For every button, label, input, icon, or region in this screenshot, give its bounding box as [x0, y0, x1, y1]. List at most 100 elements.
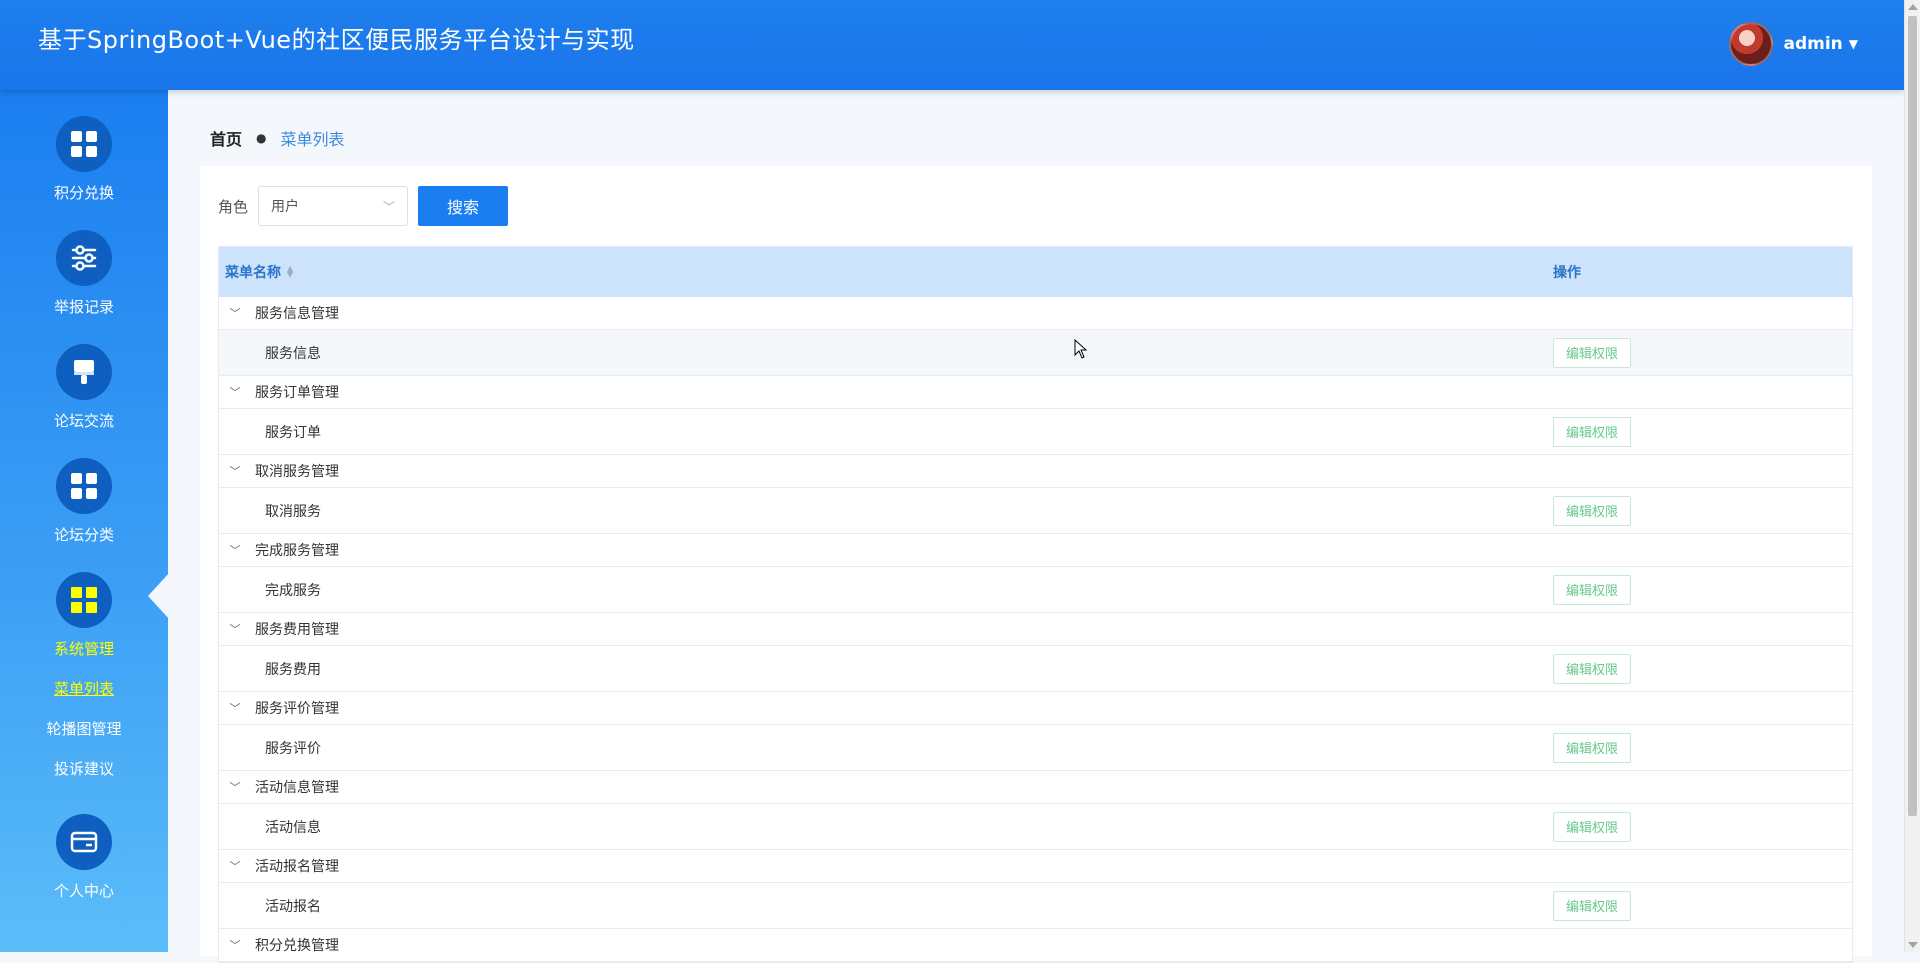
menu-name: 服务费用管理: [255, 622, 339, 638]
table-group-row: ﹀ 服务评价管理: [219, 692, 1852, 725]
sort-icon[interactable]: ▲ ▼: [287, 265, 293, 279]
expand-chevron-icon[interactable]: ﹀: [229, 542, 241, 558]
breadcrumb: 首页 ● 菜单列表: [210, 126, 345, 150]
menu-name-cell: 服务订单: [219, 422, 1553, 442]
menu-name: 服务订单管理: [255, 385, 339, 401]
menu-name: 完成服务管理: [255, 543, 339, 559]
sidebar-subitem-carousel[interactable]: 轮播图管理: [0, 718, 168, 739]
table-group-row: ﹀ 服务信息管理: [219, 297, 1852, 330]
search-bar: 角色 用户 ﹀ 搜索: [218, 186, 509, 226]
page-scrollbar[interactable]: [1904, 0, 1920, 952]
table-group-row: ﹀ 取消服务管理: [219, 455, 1852, 488]
table-group-row: ﹀ 活动信息管理: [219, 771, 1852, 804]
grid-icon: [56, 572, 112, 628]
breadcrumb-current: 菜单列表: [280, 130, 345, 149]
sidebar-subitem-menu-list[interactable]: 菜单列表: [0, 678, 168, 699]
menu-name: 服务评价: [265, 740, 321, 757]
expand-chevron-icon[interactable]: ﹀: [229, 463, 241, 479]
menu-name-cell: 完成服务: [219, 580, 1553, 600]
table-group-row: ﹀ 积分兑换管理: [219, 929, 1852, 962]
sidebar-item-system-management[interactable]: 系统管理: [0, 572, 168, 659]
sidebar-subitem-complaints[interactable]: 投诉建议: [0, 758, 168, 779]
table-group-row: ﹀ 服务订单管理: [219, 376, 1852, 409]
table-row: 服务费用 编辑权限: [219, 646, 1852, 692]
menu-name: 活动报名管理: [255, 859, 339, 875]
scroll-down-icon[interactable]: [1908, 942, 1918, 948]
table-row: 完成服务 编辑权限: [219, 567, 1852, 613]
expand-chevron-icon[interactable]: ﹀: [229, 700, 241, 716]
sidebar-item-label: 举报记录: [53, 298, 114, 316]
menu-name-cell: ﹀ 服务订单管理: [219, 382, 1553, 402]
role-select[interactable]: 用户 ﹀: [258, 186, 409, 226]
edit-permission-button[interactable]: 编辑权限: [1553, 890, 1631, 921]
menu-name: 取消服务: [265, 503, 321, 520]
breadcrumb-home[interactable]: 首页: [210, 126, 242, 150]
actions-cell: 编辑权限: [1553, 416, 1631, 447]
sidebar-item-label: 个人中心: [53, 882, 114, 900]
menu-name-cell: 服务信息: [219, 343, 1553, 363]
expand-chevron-icon[interactable]: ﹀: [229, 305, 241, 321]
menu-name: 完成服务: [265, 582, 321, 599]
edit-permission-button[interactable]: 编辑权限: [1553, 495, 1631, 526]
sliders-icon: [56, 230, 112, 286]
menu-name-cell: 服务费用: [219, 659, 1553, 679]
edit-permission-button[interactable]: 编辑权限: [1553, 337, 1631, 368]
brush-icon: [56, 344, 112, 400]
expand-chevron-icon[interactable]: ﹀: [229, 858, 241, 874]
edit-permission-button[interactable]: 编辑权限: [1553, 653, 1631, 684]
edit-permission-button[interactable]: 编辑权限: [1553, 811, 1631, 842]
chevron-down-icon: ﹀: [383, 199, 396, 214]
expand-chevron-icon[interactable]: ﹀: [229, 621, 241, 637]
expand-chevron-icon[interactable]: ﹀: [229, 937, 241, 953]
menu-name: 服务订单: [265, 424, 321, 441]
breadcrumb-separator: ●: [256, 131, 267, 145]
role-label: 角色: [218, 197, 249, 216]
expand-chevron-icon[interactable]: ﹀: [229, 384, 241, 400]
scrollbar-thumb[interactable]: [1908, 16, 1917, 816]
edit-permission-button[interactable]: 编辑权限: [1553, 732, 1631, 763]
role-select-value: 用户: [271, 199, 300, 215]
menu-name: 活动信息管理: [255, 780, 339, 796]
avatar[interactable]: [1729, 22, 1774, 66]
username[interactable]: admin: [1783, 34, 1842, 54]
menu-table: 菜单名称 ▲ ▼ 操作 ﹀ 服务信息管理 服务信息 编辑权限 ﹀ 服务订单管理 服务订单 编辑权…: [218, 246, 1853, 963]
actions-cell: 编辑权限: [1553, 337, 1631, 368]
menu-name: 活动信息: [265, 819, 321, 836]
sidebar-item-personal-center[interactable]: 个人中心: [0, 814, 168, 901]
scroll-up-icon[interactable]: [1908, 4, 1918, 10]
sidebar-item-label: 系统管理: [53, 640, 114, 658]
menu-name: 积分兑换管理: [255, 938, 339, 954]
actions-cell: 编辑权限: [1553, 890, 1631, 921]
expand-chevron-icon[interactable]: ﹀: [229, 779, 241, 795]
top-header: 基于SpringBoot+Vue的社区便民服务平台设计与实现 admin ▼: [0, 0, 1904, 90]
menu-name-cell: ﹀ 活动报名管理: [219, 856, 1553, 876]
table-header: 菜单名称 ▲ ▼ 操作: [219, 247, 1852, 297]
sidebar-item-forum[interactable]: 论坛交流: [0, 344, 168, 431]
table-row: 服务评价 编辑权限: [219, 725, 1852, 771]
menu-name: 取消服务管理: [255, 464, 339, 480]
actions-cell: 编辑权限: [1553, 811, 1631, 842]
column-header-menu-name[interactable]: 菜单名称 ▲ ▼: [219, 262, 1553, 282]
menu-name-cell: ﹀ 完成服务管理: [219, 540, 1553, 560]
edit-permission-button[interactable]: 编辑权限: [1553, 416, 1631, 447]
table-group-row: ﹀ 服务费用管理: [219, 613, 1852, 646]
search-button[interactable]: 搜索: [418, 186, 509, 226]
menu-name-cell: ﹀ 积分兑换管理: [219, 935, 1553, 955]
mouse-cursor-icon: [1074, 339, 1088, 359]
menu-name: 服务评价管理: [255, 701, 339, 717]
actions-cell: 编辑权限: [1553, 495, 1631, 526]
table-body: ﹀ 服务信息管理 服务信息 编辑权限 ﹀ 服务订单管理 服务订单 编辑权限 ﹀ 取消服务管理 取消服…: [219, 297, 1852, 962]
column-header-actions: 操作: [1553, 265, 1581, 281]
card-icon: [56, 814, 112, 870]
actions-cell: 编辑权限: [1553, 574, 1631, 605]
menu-name: 活动报名: [265, 898, 321, 915]
actions-cell: 编辑权限: [1553, 653, 1631, 684]
caret-down-icon[interactable]: ▼: [1849, 37, 1858, 51]
sidebar-item-forum-category[interactable]: 论坛分类: [0, 458, 168, 545]
sidebar-item-report-records[interactable]: 举报记录: [0, 230, 168, 317]
edit-permission-button[interactable]: 编辑权限: [1553, 574, 1631, 605]
sidebar-item-label: 积分兑换: [53, 184, 114, 202]
menu-name-cell: ﹀ 服务信息管理: [219, 303, 1553, 323]
user-menu[interactable]: admin ▼: [1729, 22, 1858, 66]
sidebar-item-points-exchange[interactable]: 积分兑换: [0, 116, 168, 203]
